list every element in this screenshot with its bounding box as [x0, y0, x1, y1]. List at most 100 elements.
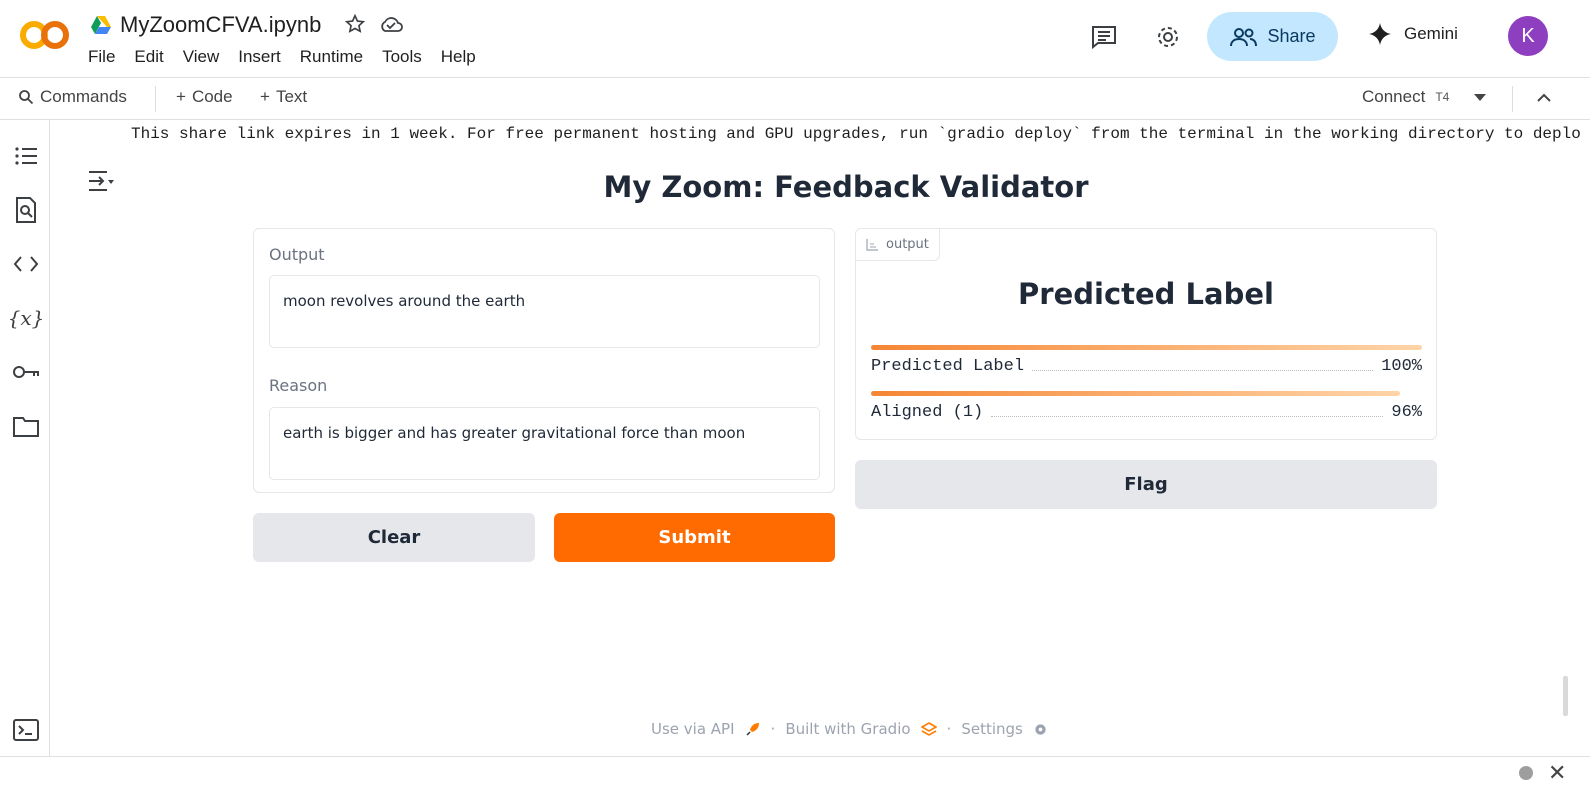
add-text-button[interactable]: + Text: [260, 87, 307, 107]
header-actions: [1086, 12, 1186, 62]
code-snippets-button[interactable]: [12, 250, 40, 278]
gradio-footer: Use via API · Built with Gradio · Settin…: [651, 720, 1048, 738]
dotted-leader: [991, 416, 1384, 417]
plus-icon: +: [260, 87, 270, 106]
comments-button[interactable]: [1086, 19, 1122, 55]
list-icon: [15, 147, 37, 165]
dropdown-arrow-icon[interactable]: [1473, 92, 1487, 102]
footer-separator: ·: [946, 720, 952, 738]
top-bar: MyZoomCFVA.ipynb File Edit View Insert R…: [0, 0, 1590, 78]
status-bar: [0, 756, 1590, 791]
toolbar-divider: [155, 86, 156, 112]
left-sidebar: {x}: [0, 120, 50, 756]
cloud-icon[interactable]: [378, 13, 404, 35]
menu-help[interactable]: Help: [441, 47, 476, 67]
variables-icon: {x}: [7, 306, 45, 330]
confidence-row: Aligned (1) 96%: [871, 391, 1422, 422]
confidence-value: 100%: [1381, 357, 1422, 376]
confidence-label: Predicted Label: [871, 357, 1025, 376]
folder-icon: [13, 417, 39, 437]
comment-icon: [1092, 26, 1116, 50]
menu-tools[interactable]: Tools: [382, 47, 422, 67]
confidence-bar: [871, 391, 1400, 396]
terminal-icon: [13, 719, 39, 741]
commands-button[interactable]: Commands: [18, 87, 127, 107]
scrollbar-handle[interactable]: [1563, 676, 1568, 716]
files-button[interactable]: [12, 412, 40, 440]
star-icon[interactable]: [344, 13, 366, 35]
reason-field-label: Reason: [269, 376, 328, 395]
input-panel: Output moon revolves around the earth Re…: [253, 228, 835, 493]
output-field-label: Output: [269, 245, 325, 264]
gpu-label: T4: [1435, 90, 1450, 104]
flag-button[interactable]: Flag: [855, 460, 1437, 509]
close-icon[interactable]: ✕: [1548, 760, 1566, 786]
commands-label: Commands: [40, 87, 127, 106]
gear-icon: [1158, 27, 1178, 47]
code-label: Code: [191, 87, 233, 106]
title-icons: [344, 13, 404, 35]
key-icon: [13, 366, 39, 378]
code-brackets-icon: [13, 256, 39, 272]
share-button[interactable]: Share: [1207, 12, 1338, 61]
use-via-api-link[interactable]: Use via API: [651, 720, 735, 738]
chevron-up-icon[interactable]: [1535, 89, 1553, 107]
avatar[interactable]: K: [1508, 16, 1548, 56]
people-icon: [1230, 27, 1258, 46]
variables-button[interactable]: {x}: [8, 304, 45, 332]
document-search-icon: [16, 197, 36, 223]
notebook-title-text[interactable]: MyZoomCFVA.ipynb: [120, 12, 321, 38]
status-indicator-icon[interactable]: [1519, 766, 1533, 780]
menu-runtime[interactable]: Runtime: [300, 47, 363, 67]
clear-button[interactable]: Clear: [253, 513, 535, 562]
menu-view[interactable]: View: [183, 47, 220, 67]
toolbar-divider: [1512, 86, 1513, 112]
app-title: My Zoom: Feedback Validator: [603, 170, 1089, 204]
gemini-label: Gemini: [1404, 24, 1458, 43]
confidence-bar: [871, 345, 1422, 350]
terminal-button[interactable]: [12, 716, 40, 744]
confidence-line: Aligned (1) 96%: [871, 403, 1422, 422]
secrets-button[interactable]: [12, 358, 40, 386]
confidence-value: 96%: [1391, 403, 1422, 422]
menu-file[interactable]: File: [88, 47, 115, 67]
built-with-gradio-link[interactable]: Built with Gradio: [785, 720, 910, 738]
toc-button[interactable]: [12, 142, 40, 170]
find-button[interactable]: [12, 196, 40, 224]
search-icon: [19, 90, 34, 105]
footer-separator: ·: [770, 720, 776, 738]
output-tag-label: output: [886, 237, 929, 252]
share-label: Share: [1267, 26, 1316, 46]
submit-button[interactable]: Submit: [554, 513, 835, 562]
rocket-icon: [746, 723, 759, 736]
notebook-title: MyZoomCFVA.ipynb: [90, 12, 321, 38]
add-code-button[interactable]: + Code: [176, 87, 233, 107]
confidence-bar-track: [871, 345, 1422, 350]
gemini-sparkle-icon: [1369, 23, 1391, 45]
gear-icon: [1035, 723, 1046, 735]
confidence-bar-track: [871, 391, 1422, 396]
text-label: Text: [275, 87, 308, 106]
reason-textbox[interactable]: earth is bigger and has greater gravitat…: [269, 407, 820, 480]
output-textbox[interactable]: moon revolves around the earth: [269, 275, 820, 348]
settings-button[interactable]: [1150, 19, 1186, 55]
menu-insert[interactable]: Insert: [238, 47, 281, 67]
gradio-logo-icon: [920, 722, 937, 736]
menu-edit[interactable]: Edit: [134, 47, 163, 67]
confidence-label: Aligned (1): [871, 403, 984, 422]
cell-output: This share link expires in 1 week. For f…: [51, 120, 1590, 756]
chart-icon: [866, 238, 878, 251]
connect-button[interactable]: Connect T4: [1362, 87, 1487, 107]
menu-bar: File Edit View Insert Runtime Tools Help: [88, 47, 476, 67]
output-tag: output: [856, 229, 940, 261]
notebook-toolbar: Commands + Code + Text Connect T4: [0, 78, 1590, 120]
colab-logo-icon[interactable]: [18, 18, 70, 52]
plus-icon: +: [176, 87, 186, 106]
dotted-leader: [1032, 370, 1374, 371]
gemini-button[interactable]: Gemini: [1368, 22, 1458, 46]
confidence-row: Predicted Label 100%: [871, 345, 1422, 376]
label-output-panel: output Predicted Label Predicted Label 1…: [855, 228, 1437, 440]
confidence-line: Predicted Label 100%: [871, 357, 1422, 376]
settings-link[interactable]: Settings: [961, 720, 1023, 738]
connect-label: Connect: [1362, 87, 1426, 106]
